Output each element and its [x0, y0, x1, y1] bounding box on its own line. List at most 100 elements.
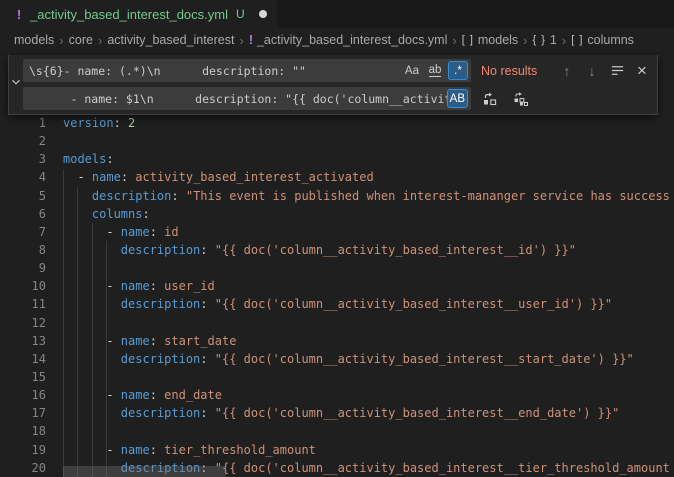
horizontal-scrollbar[interactable] — [63, 466, 226, 477]
arrow-up-icon: ↑ — [564, 63, 571, 79]
tab-bar: ! _activity_based_interest_docs.yml U — [0, 0, 674, 28]
replace-input-value: - name: $1\n description: "{{ doc('colum… — [29, 92, 447, 106]
code-line: 18 — [0, 422, 674, 440]
line-number: 11 — [0, 295, 46, 313]
line-number: 10 — [0, 277, 46, 295]
code-text: - name: activity_based_interest_activate… — [63, 168, 674, 186]
indent-guide — [92, 223, 93, 477]
find-results-label: No results — [481, 64, 553, 78]
preserve-case-toggle[interactable]: AB — [447, 89, 468, 108]
line-number: 1 — [0, 114, 46, 132]
breadcrumb-label: models — [14, 33, 54, 47]
line-number: 20 — [0, 459, 46, 477]
code-text: description: "{{ doc('column__activity_b… — [63, 241, 674, 259]
previous-match-button[interactable]: ↑ — [556, 60, 578, 82]
regex-toggle[interactable]: .* — [448, 61, 468, 80]
code-line: 5 description: "This event is published … — [0, 187, 674, 205]
code-text: - name: tier_threshold_amount — [63, 441, 674, 459]
breadcrumb-label: 1 — [550, 33, 557, 47]
code-text — [63, 259, 674, 277]
vscode-window: ! _activity_based_interest_docs.yml U mo… — [0, 0, 674, 477]
code-area: 1version: 223models:4 - name: activity_b… — [0, 114, 674, 477]
editor-pane[interactable]: 1version: 223models:4 - name: activity_b… — [0, 52, 674, 477]
indent-guide — [77, 187, 78, 477]
find-toggles: Aa ab .* — [402, 61, 468, 80]
code-line: 1 version: 2 — [0, 114, 674, 132]
breadcrumb-item[interactable]: activity_based_interest — [107, 33, 234, 47]
code-text: - name: id — [63, 223, 674, 241]
code-line: 2 — [0, 132, 674, 150]
indent-guide — [106, 241, 107, 477]
code-text: - name: start_date — [63, 332, 674, 350]
line-number: 16 — [0, 386, 46, 404]
breadcrumb-label: columns — [587, 33, 634, 47]
breadcrumb-label: core — [69, 33, 93, 47]
find-in-selection-icon — [610, 63, 625, 78]
code-line: 6 columns: — [0, 205, 674, 223]
breadcrumb-separator-icon: › — [452, 33, 456, 48]
match-case-toggle[interactable]: Aa — [402, 61, 422, 80]
code-text: - name: user_id — [63, 277, 674, 295]
editor-tab[interactable]: ! _activity_based_interest_docs.yml U — [0, 0, 277, 28]
line-number: 2 — [0, 132, 46, 150]
line-number: 4 — [0, 168, 46, 186]
breadcrumb-separator-icon: › — [562, 33, 566, 48]
breadcrumb-item[interactable]: models — [14, 33, 54, 47]
code-text: models: — [63, 150, 674, 168]
breadcrumb-item[interactable]: [ ]columns — [571, 33, 634, 47]
yaml-file-icon: ! — [249, 33, 253, 47]
breadcrumb-label: _activity_based_interest_docs.yml — [257, 33, 447, 47]
line-number: 15 — [0, 368, 46, 386]
breadcrumb-label: models — [478, 33, 518, 47]
replace-button[interactable] — [479, 88, 501, 110]
code-line: 10 - name: user_id — [0, 277, 674, 295]
code-line: 14 description: "{{ doc('column__activit… — [0, 350, 674, 368]
breadcrumb-item[interactable]: core — [69, 33, 93, 47]
line-number: 18 — [0, 422, 46, 440]
replace-all-button[interactable] — [510, 88, 532, 110]
line-number: 13 — [0, 332, 46, 350]
find-widget: \s{6}- name: (.*)\n description: "" Aa a… — [8, 55, 658, 115]
git-untracked-badge: U — [236, 7, 245, 21]
code-line: 13 - name: start_date — [0, 332, 674, 350]
code-text: description: "This event is published wh… — [63, 187, 674, 205]
find-in-selection-button[interactable] — [606, 60, 628, 82]
breadcrumb-label: activity_based_interest — [107, 33, 234, 47]
code-line: 17 description: "{{ doc('column__activit… — [0, 404, 674, 422]
code-line: 16 - name: end_date — [0, 386, 674, 404]
code-line: 9 — [0, 259, 674, 277]
breadcrumb-item[interactable]: ! _activity_based_interest_docs.yml — [249, 33, 448, 47]
line-number: 17 — [0, 404, 46, 422]
line-number: 19 — [0, 441, 46, 459]
array-symbol-icon: [ ] — [462, 34, 474, 46]
code-text — [63, 422, 674, 440]
find-input[interactable]: \s{6}- name: (.*)\n description: "" Aa a… — [23, 59, 471, 82]
breadcrumb-separator-icon: › — [98, 33, 102, 48]
line-number: 8 — [0, 241, 46, 259]
line-number: 14 — [0, 350, 46, 368]
object-symbol-icon: { } — [533, 34, 546, 46]
code-line: 19 - name: tier_threshold_amount — [0, 441, 674, 459]
whole-word-toggle[interactable]: ab — [425, 61, 445, 80]
breadcrumb-separator-icon: › — [523, 33, 527, 48]
replace-all-icon — [513, 91, 529, 107]
tab-title: _activity_based_interest_docs.yml — [30, 7, 228, 22]
next-match-button[interactable]: ↓ — [581, 60, 603, 82]
yaml-file-icon: ! — [14, 7, 24, 22]
line-number: 9 — [0, 259, 46, 277]
code-text: description: "{{ doc('column__activity_b… — [63, 295, 674, 313]
toggle-replace-button[interactable] — [9, 59, 23, 110]
arrow-down-icon: ↓ — [589, 63, 596, 79]
line-number: 12 — [0, 314, 46, 332]
breadcrumb-item[interactable]: [ ] models — [462, 33, 518, 47]
close-find-button[interactable]: × — [631, 60, 653, 82]
code-text: description: "{{ doc('column__activity_b… — [63, 404, 674, 422]
code-text — [63, 368, 674, 386]
modified-dot-icon[interactable] — [259, 10, 267, 18]
code-line: 11 description: "{{ doc('column__activit… — [0, 295, 674, 313]
replace-input[interactable]: - name: $1\n description: "{{ doc('colum… — [23, 87, 471, 110]
code-text — [63, 314, 674, 332]
breadcrumb-item[interactable]: { } 1 — [533, 33, 557, 47]
close-icon: × — [637, 61, 647, 81]
code-text: version: 2 — [63, 114, 674, 132]
